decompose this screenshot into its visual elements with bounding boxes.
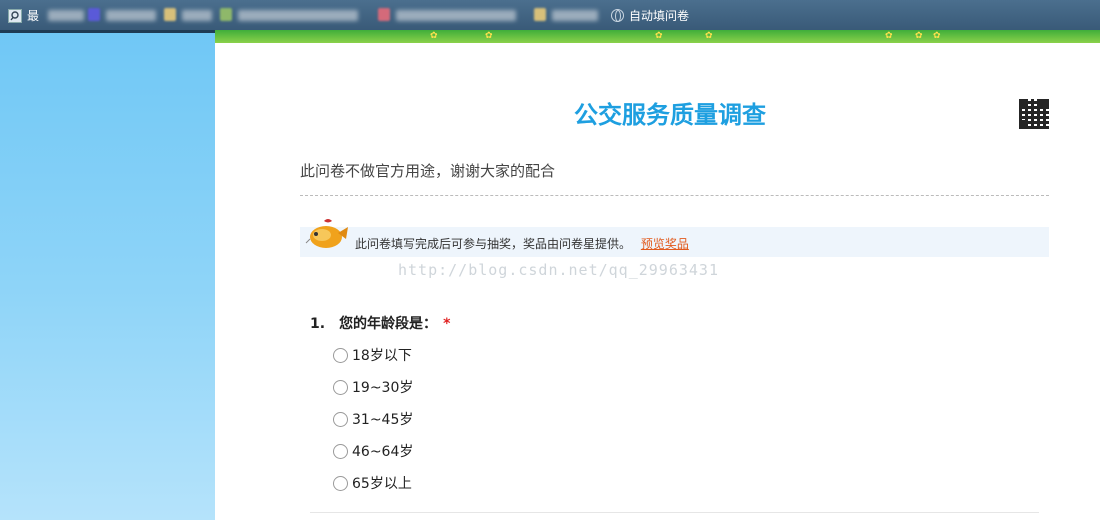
mascot-icon [305, 219, 348, 248]
notice-text-wrap: 此问卷填写完成后可参与抽奖，奖品由问卷星提供。 预览奖品 [355, 235, 689, 252]
bookmark-favicon [88, 8, 100, 21]
qr-code-icon[interactable] [1019, 99, 1049, 129]
notice-text: 此问卷填写完成后可参与抽奖，奖品由问卷星提供。 [355, 237, 632, 251]
bookmark-favicon [164, 8, 176, 21]
option-19-30[interactable]: 19~30岁 [333, 377, 413, 397]
dashed-divider [300, 195, 1049, 196]
bookmark-favicon [220, 8, 232, 21]
radio-icon[interactable] [333, 411, 348, 427]
option-label: 46~64岁 [352, 444, 414, 460]
question-number: 1. [310, 316, 326, 332]
survey-title: 公交服务质量调查 [574, 101, 766, 129]
bookmark-label-auto-fill: 自动填问卷 [629, 9, 690, 23]
survey-card: 公交服务质量调查 此问卷不做官方用途，谢谢大家的配合 此问卷填写完成后可参与抽奖… [215, 43, 1100, 520]
blurred-bookmark[interactable] [238, 10, 358, 21]
lottery-notice: 此问卷填写完成后可参与抽奖，奖品由问卷星提供。 预览奖品 [300, 227, 1049, 257]
question-separator [310, 512, 1039, 513]
bookmark-item-auto-fill[interactable]: 自动填问卷 [611, 7, 689, 24]
preview-prizes-link[interactable]: 预览奖品 [641, 237, 689, 251]
header-grass-decoration: ✿ ✿ ✿ ✿ ✿ ✿ ✿ [215, 30, 1100, 43]
bookmarks-bar: 最 自动填问卷 [0, 0, 1100, 30]
option-31-45[interactable]: 31~45岁 [333, 409, 413, 429]
option-46-64[interactable]: 46~64岁 [333, 441, 413, 461]
bookmark-favicon [534, 8, 546, 21]
option-label: 31~45岁 [352, 412, 414, 428]
radio-icon[interactable] [333, 475, 348, 491]
required-mark: * [443, 316, 451, 332]
question-text: 您的年龄段是： [339, 316, 438, 332]
option-under-18[interactable]: 18岁以下 [333, 345, 412, 365]
bookmark-item-first[interactable]: 最 [8, 7, 39, 24]
option-65-plus[interactable]: 65岁以上 [333, 473, 412, 493]
survey-intro: 此问卷不做官方用途，谢谢大家的配合 [300, 162, 556, 180]
bookmark-favicon [378, 8, 390, 21]
blurred-bookmark[interactable] [48, 10, 84, 21]
bookmark-label-first: 最 [27, 9, 40, 23]
question-1: 1. 您的年龄段是： * [310, 313, 450, 333]
watermark-url: http://blog.csdn.net/qq_29963431 [398, 261, 719, 279]
radio-icon[interactable] [333, 379, 348, 395]
blurred-bookmark[interactable] [552, 10, 598, 21]
globe-icon [611, 9, 624, 22]
option-label: 19~30岁 [352, 380, 414, 396]
option-label: 65岁以上 [352, 476, 412, 492]
blurred-bookmark[interactable] [396, 10, 516, 21]
blurred-bookmark[interactable] [182, 10, 212, 21]
radio-icon[interactable] [333, 347, 348, 363]
radio-icon[interactable] [333, 443, 348, 459]
search-icon [8, 8, 22, 23]
blurred-bookmark[interactable] [106, 10, 156, 21]
option-label: 18岁以下 [352, 348, 412, 364]
